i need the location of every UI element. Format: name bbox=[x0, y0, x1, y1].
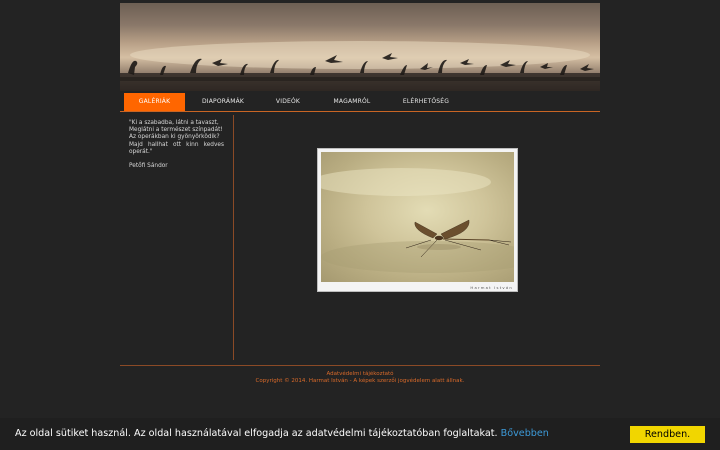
cookie-consent-bar: Az oldal sütiket használ. Az oldal haszn… bbox=[0, 418, 720, 450]
nav-item-contact[interactable]: ELÉRHETŐSÉG bbox=[394, 93, 458, 111]
footer: Adatvédelmi tájékoztató Copyright © 2014… bbox=[120, 365, 600, 391]
nav-item-videos[interactable]: VIDEÓK bbox=[262, 93, 314, 111]
main-content: Harmat István bbox=[234, 115, 600, 360]
mayfly-photo bbox=[321, 152, 514, 282]
cookie-more-link[interactable]: Bővebben bbox=[501, 428, 549, 439]
cookie-message-text: Az oldal sütiket használ. Az oldal haszn… bbox=[15, 428, 498, 439]
nav-item-about[interactable]: MAGAMRÓL bbox=[324, 93, 380, 111]
poem-text: "Ki a szabadba, látni a tavaszt, Meglátn… bbox=[129, 120, 224, 155]
cookie-accept-button[interactable]: Rendben. bbox=[630, 426, 705, 443]
sidebar: "Ki a szabadba, látni a tavaszt, Meglátn… bbox=[120, 115, 234, 360]
nav-item-slideshows[interactable]: DIAPORÁMÁK bbox=[192, 93, 254, 111]
nav-item-galleries[interactable]: GALÉRIÁK bbox=[124, 93, 185, 111]
copyright-text: Copyright © 2014. Harmat István - A képe… bbox=[255, 378, 465, 384]
header-banner-image bbox=[120, 3, 600, 91]
page-container: GALÉRIÁK DIAPORÁMÁK VIDEÓK MAGAMRÓL ELÉR… bbox=[120, 3, 600, 393]
featured-photo-frame[interactable]: Harmat István bbox=[317, 148, 518, 292]
privacy-policy-link[interactable]: Adatvédelmi tájékoztató bbox=[120, 371, 600, 377]
poem-author: Petőfi Sándor bbox=[129, 163, 168, 170]
poem-quote: "Ki a szabadba, látni a tavaszt, Meglátn… bbox=[129, 120, 224, 170]
photo-watermark: Harmat István bbox=[470, 285, 513, 290]
main-navigation: GALÉRIÁK DIAPORÁMÁK VIDEÓK MAGAMRÓL ELÉR… bbox=[120, 93, 600, 112]
cookie-message: Az oldal sütiket használ. Az oldal haszn… bbox=[15, 428, 549, 439]
